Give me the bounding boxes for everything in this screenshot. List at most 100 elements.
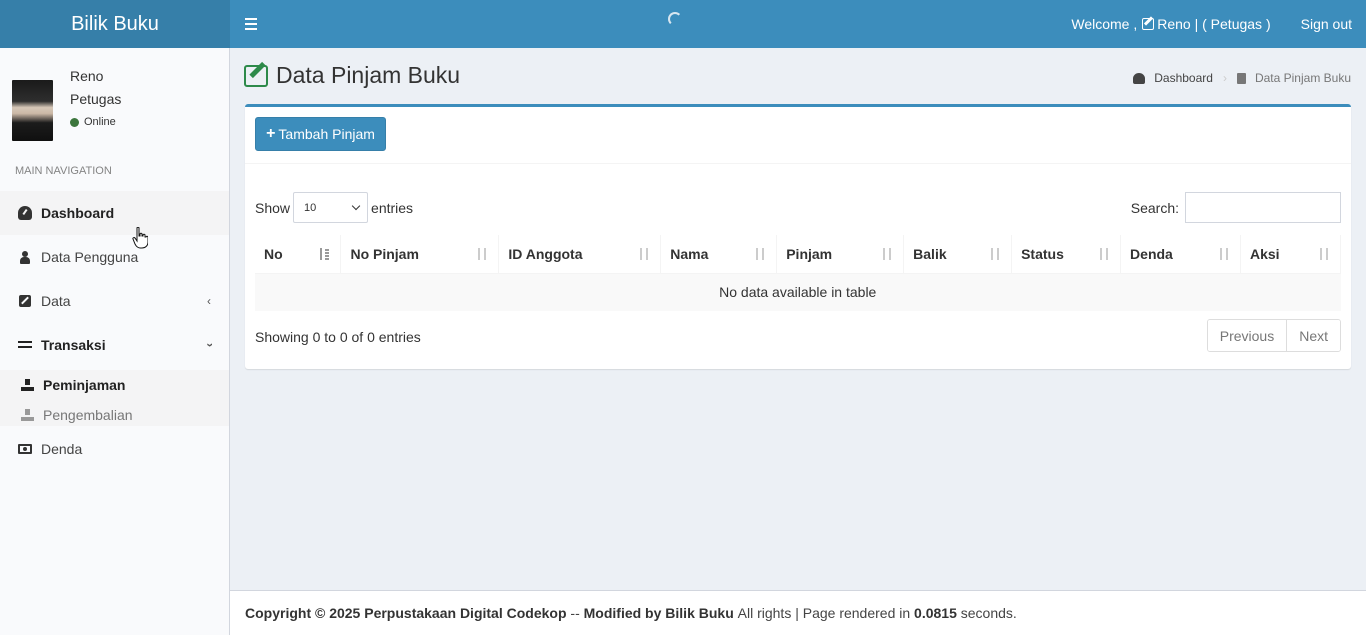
entries-label: entries	[371, 199, 414, 216]
loading-spinner-icon	[668, 12, 682, 26]
column-header-pinjam[interactable]: Pinjam	[776, 235, 905, 274]
sort-icon	[1099, 247, 1111, 261]
sort-icon	[990, 247, 1002, 261]
column-label: Status	[1021, 245, 1064, 262]
footer: Copyright © 2025 Perpustakaan Digital Co…	[230, 590, 1366, 635]
column-header-no[interactable]: No	[255, 235, 342, 274]
footer-separator: --	[570, 605, 580, 621]
footer-copyright: Copyright © 2025 Perpustakaan Digital Co…	[245, 605, 567, 621]
sidebar-item-label: Denda	[41, 441, 83, 457]
column-label: Denda	[1130, 245, 1173, 262]
chevron-left-icon: ‹	[207, 294, 211, 308]
search-input[interactable]	[1185, 192, 1341, 223]
pagination: Previous Next	[1206, 319, 1341, 352]
dashboard-icon	[18, 206, 32, 220]
show-label: Show	[255, 199, 291, 216]
exchange-icon	[18, 338, 32, 352]
column-header-nama[interactable]: Nama	[660, 235, 778, 274]
sidebar-item-label: Dashboard	[41, 205, 115, 221]
sidebar-subitem-pengembalian[interactable]: Pengembalian	[0, 400, 229, 430]
user-role: Petugas	[70, 91, 122, 107]
table-info: Showing 0 to 0 of 0 entries	[255, 329, 421, 345]
column-label: Balik	[913, 245, 947, 262]
column-label: ID Anggota	[508, 245, 583, 262]
box-header: + Tambah Pinjam	[245, 107, 1351, 164]
download-icon	[20, 378, 34, 392]
sidebar-item-denda[interactable]: Denda	[0, 427, 229, 471]
table-header-row: No No Pinjam ID Anggota Nama Pinjam Bali…	[255, 235, 1342, 274]
previous-button[interactable]: Previous	[1207, 320, 1287, 351]
sort-icon	[1219, 247, 1231, 261]
breadcrumb-home[interactable]: Dashboard	[1154, 71, 1213, 85]
sidebar-item-data[interactable]: Data ‹	[0, 279, 229, 323]
column-label: Aksi	[1249, 245, 1280, 262]
footer-rights: All rights | Page rendered in	[737, 605, 911, 621]
user-status: Online	[70, 116, 116, 128]
sidebar-item-label: Data Pengguna	[41, 249, 139, 265]
welcome-username: Reno | ( Petugas )	[1157, 16, 1271, 32]
sidebar-toggle-icon[interactable]	[240, 13, 262, 35]
page-title-text: Data Pinjam Buku	[276, 62, 461, 88]
table-search: Search:	[1131, 192, 1341, 223]
upload-icon	[20, 408, 34, 422]
sort-icon	[477, 247, 489, 261]
column-label: Nama	[670, 245, 709, 262]
welcome-user[interactable]: Welcome , Reno | ( Petugas )	[1071, 16, 1270, 32]
sort-icon	[755, 247, 767, 261]
column-header-aksi[interactable]: Aksi	[1240, 235, 1342, 274]
user-status-label: Online	[84, 116, 116, 128]
welcome-prefix: Welcome ,	[1071, 16, 1138, 32]
add-loan-button[interactable]: + Tambah Pinjam	[255, 117, 386, 151]
money-icon	[18, 442, 32, 456]
sidebar-subitem-peminjaman[interactable]: Peminjaman	[0, 370, 229, 400]
entries-length: Show 10 entries	[255, 192, 413, 223]
sidebar-item-data-pengguna[interactable]: Data Pengguna	[0, 235, 229, 279]
sidebar: Reno Petugas Online MAIN NAVIGATION Dash…	[0, 48, 230, 635]
column-header-id-anggota[interactable]: ID Anggota	[498, 235, 662, 274]
entries-select-value: 10	[304, 201, 317, 214]
sidebar-subitem-label: Peminjaman	[43, 377, 126, 393]
column-header-denda[interactable]: Denda	[1120, 235, 1241, 274]
avatar	[12, 80, 53, 141]
file-icon	[1236, 72, 1246, 84]
chevron-down-icon	[351, 201, 361, 211]
footer-render-time: 0.0815	[914, 605, 957, 621]
column-label: No Pinjam	[350, 245, 419, 262]
breadcrumb: Dashboard › Data Pinjam Buku	[1133, 71, 1351, 85]
user-name: Reno	[70, 68, 104, 84]
breadcrumb-current: Data Pinjam Buku	[1254, 71, 1351, 85]
transaksi-submenu: Peminjaman Pengembalian	[0, 370, 229, 426]
signout-link[interactable]: Sign out	[1301, 16, 1352, 32]
sort-icon	[639, 247, 651, 261]
column-header-status[interactable]: Status	[1011, 235, 1122, 274]
dashboard-icon	[1133, 72, 1146, 84]
page-title: Data Pinjam Buku	[244, 62, 460, 89]
loans-table: No No Pinjam ID Anggota Nama Pinjam Bali…	[255, 235, 1342, 311]
sidebar-item-transaksi[interactable]: Transaksi ‹	[0, 323, 229, 367]
footer-modified: Modified by Bilik Buku	[583, 605, 734, 621]
edit-square-icon	[18, 294, 32, 308]
column-header-no-pinjam[interactable]: No Pinjam	[340, 235, 500, 274]
mouse-pointer-icon	[132, 227, 148, 249]
edit-icon	[1142, 18, 1155, 30]
entries-select[interactable]: 10	[293, 192, 369, 223]
nav-header: MAIN NAVIGATION	[15, 165, 112, 177]
footer-seconds: seconds.	[960, 605, 1017, 621]
brand-logo[interactable]: Bilik Buku	[0, 0, 230, 48]
breadcrumb-separator: ›	[1222, 71, 1227, 85]
sidebar-item-dashboard[interactable]: Dashboard	[0, 191, 229, 235]
search-label: Search:	[1130, 199, 1179, 216]
table-row: No data available in table	[255, 273, 1341, 311]
content-header: Data Pinjam Buku Dashboard › Data Pinjam…	[230, 48, 1366, 104]
column-header-balik[interactable]: Balik	[903, 235, 1013, 274]
column-label: Pinjam	[786, 245, 833, 262]
edit-icon	[244, 64, 268, 87]
sort-desc-icon	[319, 247, 331, 261]
top-header: Bilik Buku Welcome , Reno | ( Petugas ) …	[0, 0, 1366, 48]
column-label: No	[264, 245, 283, 262]
next-button[interactable]: Next	[1286, 320, 1340, 351]
header-right: Welcome , Reno | ( Petugas ) Sign out	[1071, 0, 1352, 48]
plus-icon: +	[266, 125, 276, 142]
sort-icon	[1319, 247, 1331, 261]
sort-icon	[882, 247, 894, 261]
